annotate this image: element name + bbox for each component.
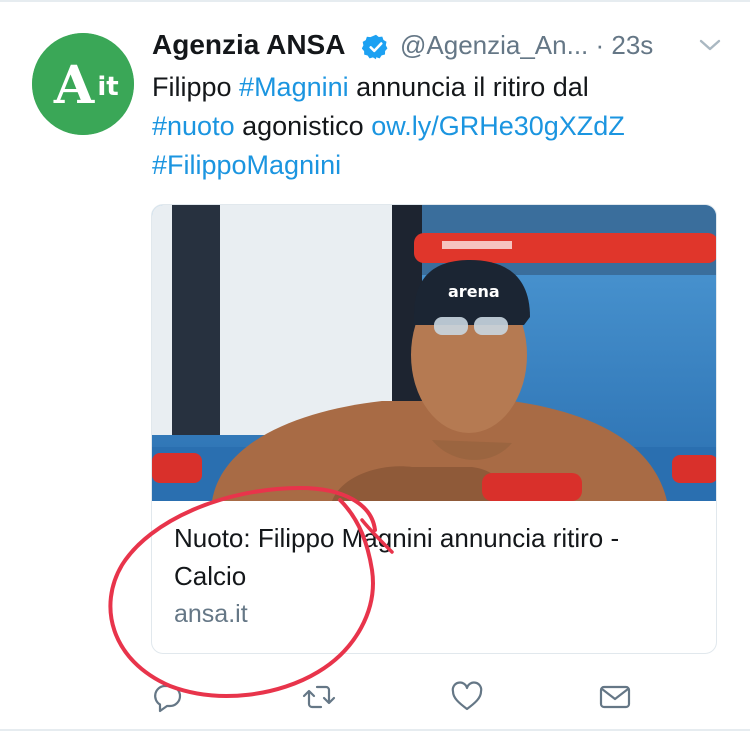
verified-badge-icon xyxy=(362,34,388,60)
svg-text:arena: arena xyxy=(448,282,500,301)
like-button[interactable] xyxy=(450,680,484,714)
swimmer-photo: arena xyxy=(152,205,716,501)
hashtag-magnini[interactable]: #Magnini xyxy=(239,72,349,102)
tweet-header: Agenzia ANSA @Agenzia_An... · 23s xyxy=(152,27,732,67)
reply-button[interactable] xyxy=(150,680,184,714)
bottom-divider xyxy=(0,729,750,731)
tweet-actions xyxy=(150,680,650,714)
hashtag-filippomagnini[interactable]: #FilippoMagnini xyxy=(152,150,341,180)
card-domain: ansa.it xyxy=(174,600,248,628)
top-divider xyxy=(0,0,750,2)
tweet-text-segment: Filippo xyxy=(152,72,240,102)
tweet-text-segment: annuncia il ritiro dal xyxy=(348,72,589,102)
envelope-icon xyxy=(599,685,631,709)
heart-icon xyxy=(451,681,483,711)
retweet-icon xyxy=(302,685,336,709)
tweet-text: Filippo #Magnini annuncia il ritiro dal … xyxy=(152,68,722,185)
svg-text:it: it xyxy=(97,72,118,102)
retweet-button[interactable] xyxy=(302,680,336,714)
avatar[interactable]: A it xyxy=(32,33,134,135)
hashtag-nuoto[interactable]: #nuoto xyxy=(152,111,235,141)
tweet-text-segment: agonistico xyxy=(234,111,372,141)
direct-message-button[interactable] xyxy=(598,680,632,714)
author-name[interactable]: Agenzia ANSA xyxy=(152,29,345,61)
svg-text:A: A xyxy=(53,55,95,116)
chevron-down-icon[interactable] xyxy=(698,33,722,57)
link-card[interactable]: arena Nuoto: Filippo Magnini annuncia ri… xyxy=(151,204,717,654)
ait-logo-icon: A it xyxy=(32,33,134,135)
card-image[interactable]: arena xyxy=(152,205,716,501)
card-title[interactable]: Nuoto: Filippo Magnini annuncia ritiro -… xyxy=(174,519,694,595)
reply-icon xyxy=(154,684,182,713)
handle-and-time[interactable]: @Agenzia_An... · 23s xyxy=(400,30,653,61)
tweet-url-link[interactable]: ow.ly/GRHe30gXZdZ xyxy=(371,111,625,141)
